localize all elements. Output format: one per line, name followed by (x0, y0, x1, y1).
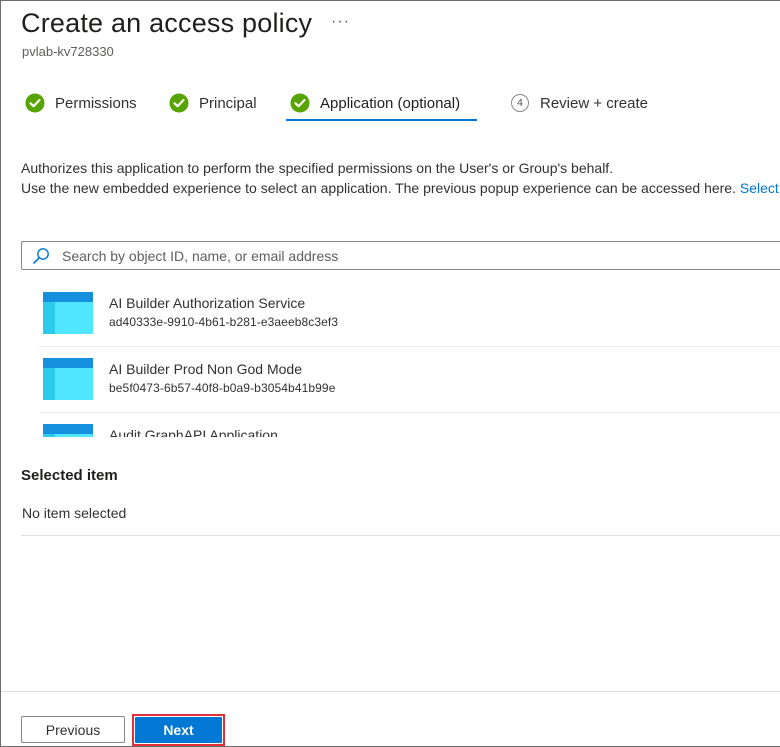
wizard-tabs: Permissions Principal Application (optio… (1, 87, 780, 123)
tab-application[interactable]: Application (optional) (290, 87, 460, 119)
more-options-button[interactable]: ··· (331, 13, 350, 31)
tab-label: Principal (199, 94, 257, 112)
next-button[interactable]: Next (135, 717, 222, 743)
tab-principal[interactable]: Principal (169, 87, 257, 119)
description-line-1: Authorizes this application to perform t… (21, 160, 614, 176)
app-registration-icon (43, 292, 93, 334)
page-title: Create an access policy (21, 8, 313, 38)
tab-label: Application (optional) (320, 94, 461, 112)
footer-divider (1, 691, 780, 692)
app-object-id: ad40333e-9910-4b61-b281-e3aeeb8c3ef3 (109, 315, 339, 329)
app-name: AI Builder Prod Non God Mode (109, 361, 302, 377)
blade-panel: Create an access policy ··· pvlab-kv7283… (0, 0, 780, 747)
check-circle-icon (290, 93, 310, 113)
list-item[interactable]: Audit GraphAPI Application (39, 413, 780, 437)
search-icon (32, 247, 50, 265)
tab-label: Permissions (55, 94, 137, 112)
check-circle-icon (25, 93, 45, 113)
selected-item-heading: Selected item (21, 467, 118, 484)
app-name: AI Builder Authorization Service (109, 295, 306, 311)
description: Authorizes this application to perform t… (21, 158, 779, 198)
page-subtitle: pvlab-kv728330 (22, 44, 114, 59)
tab-label: Review + create (540, 94, 648, 112)
check-circle-icon (169, 93, 189, 113)
select-link[interactable]: Select (740, 180, 779, 196)
selected-item-empty: No item selected (22, 505, 127, 521)
app-registration-icon (43, 424, 93, 437)
app-object-id: be5f0473-6b57-40f8-b0a9-b3054b41b99e (109, 381, 336, 395)
application-list[interactable]: AI Builder Authorization Service ad40333… (39, 281, 780, 437)
app-registration-icon (43, 358, 93, 400)
active-tab-indicator (286, 119, 477, 121)
tab-permissions[interactable]: Permissions (25, 87, 137, 119)
divider (21, 535, 780, 536)
search-input[interactable] (62, 247, 742, 264)
list-item[interactable]: AI Builder Authorization Service ad40333… (39, 281, 780, 347)
list-item[interactable]: AI Builder Prod Non God Mode be5f0473-6b… (39, 347, 780, 413)
tab-review-create[interactable]: 4 Review + create (510, 87, 648, 119)
step-number-icon: 4 (510, 93, 530, 113)
search-box[interactable] (21, 241, 780, 270)
app-name: Audit GraphAPI Application (109, 427, 278, 437)
description-line-2: Use the new embedded experience to selec… (21, 180, 779, 196)
previous-button[interactable]: Previous (21, 716, 125, 743)
